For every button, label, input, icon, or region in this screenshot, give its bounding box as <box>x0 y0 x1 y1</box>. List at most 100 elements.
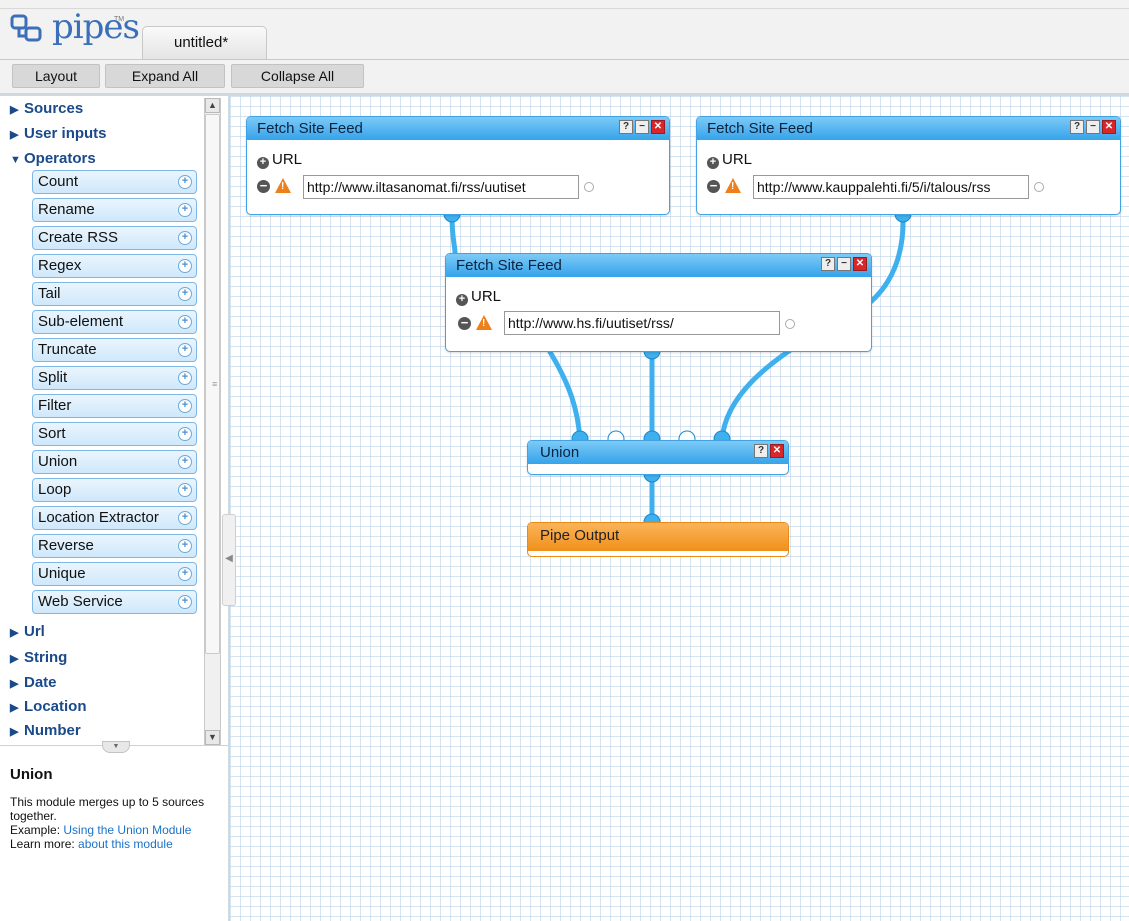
add-icon[interactable]: + <box>178 343 192 357</box>
category-sources[interactable]: ▶ Sources <box>10 100 83 117</box>
url-input[interactable]: http://www.hs.fi/uutiset/rss/ <box>504 311 780 335</box>
operator-create-rss[interactable]: Create RSS + <box>32 226 197 250</box>
category-location[interactable]: ▶ Location <box>10 698 87 715</box>
operator-truncate[interactable]: Truncate + <box>32 338 197 362</box>
help-icon[interactable]: ? <box>754 444 768 458</box>
module-title: Fetch Site Feed <box>257 120 363 137</box>
tab-divider <box>0 59 1129 60</box>
add-field-icon[interactable]: + <box>456 294 468 306</box>
add-icon[interactable]: + <box>178 287 192 301</box>
operator-tail[interactable]: Tail + <box>32 282 197 306</box>
tab-untitled[interactable]: untitled* <box>142 26 267 59</box>
collapse-handle-icon[interactable]: ▼ <box>102 741 130 753</box>
url-input[interactable]: http://www.iltasanomat.fi/rss/uutiset <box>303 175 579 199</box>
operator-filter[interactable]: Filter + <box>32 394 197 418</box>
category-user-inputs[interactable]: ▶ User inputs <box>10 125 107 142</box>
add-icon[interactable]: + <box>178 427 192 441</box>
fetch-site-feed-module-1[interactable]: Fetch Site Feed ? − ✕ + URL − ! http://www.… <box>246 116 670 215</box>
add-icon[interactable]: + <box>178 231 192 245</box>
operator-location-extractor[interactable]: Location Extractor + <box>32 506 197 530</box>
operator-count[interactable]: Count + <box>32 170 197 194</box>
pipes-logo[interactable]: pipes TM <box>10 7 140 52</box>
add-field-icon[interactable]: + <box>707 157 719 169</box>
input-terminal-icon[interactable] <box>584 182 594 192</box>
module-title: Pipe Output <box>540 527 620 544</box>
module-header[interactable]: Fetch Site Feed ? − ✕ <box>697 117 1120 140</box>
operator-union[interactable]: Union + <box>32 450 197 474</box>
collapse-all-button[interactable]: Collapse All <box>231 64 364 88</box>
module-title: Fetch Site Feed <box>456 257 562 274</box>
expand-arrow-icon: ▶ <box>10 726 19 738</box>
add-icon[interactable]: + <box>178 259 192 273</box>
input-terminal-icon[interactable] <box>1034 182 1044 192</box>
union-module[interactable]: Union ? ✕ <box>527 440 789 475</box>
module-header[interactable]: Union ? ✕ <box>528 441 788 464</box>
category-string[interactable]: ▶ String <box>10 649 67 666</box>
remove-field-icon[interactable]: − <box>458 316 471 330</box>
module-controls: ? ✕ <box>752 444 784 460</box>
operator-sort[interactable]: Sort + <box>32 422 197 446</box>
url-field-row: + URL <box>257 151 302 169</box>
expand-all-button[interactable]: Expand All <box>105 64 225 88</box>
add-icon[interactable]: + <box>178 511 192 525</box>
fetch-site-feed-module-2[interactable]: Fetch Site Feed ? − ✕ + URL − ! http://www.… <box>696 116 1121 215</box>
editor-canvas[interactable] <box>230 96 1129 921</box>
module-header[interactable]: Fetch Site Feed ? − ✕ <box>247 117 669 140</box>
minimize-icon[interactable]: − <box>1086 120 1100 134</box>
category-operators[interactable]: ▼ Operators <box>10 150 96 167</box>
help-icon[interactable]: ? <box>821 257 835 271</box>
add-icon[interactable]: + <box>178 399 192 413</box>
add-icon[interactable]: + <box>178 567 192 581</box>
collapse-arrow-icon: ▼ <box>10 154 21 166</box>
panel-splitter[interactable]: ◀ <box>222 514 236 606</box>
operator-reverse[interactable]: Reverse + <box>32 534 197 558</box>
close-icon[interactable]: ✕ <box>1102 120 1116 134</box>
pipe-output-module[interactable]: Pipe Output <box>527 522 789 557</box>
category-number[interactable]: ▶ Number <box>10 722 81 739</box>
help-icon[interactable]: ? <box>619 120 633 134</box>
fetch-site-feed-module-3[interactable]: Fetch Site Feed ? − ✕ + URL − ! http://www.… <box>445 253 872 352</box>
scroll-down-icon[interactable]: ▼ <box>205 730 220 745</box>
scroll-up-icon[interactable]: ▲ <box>205 98 220 113</box>
remove-field-icon[interactable]: − <box>257 179 270 193</box>
module-header[interactable]: Fetch Site Feed ? − ✕ <box>446 254 871 277</box>
help-description: This module merges up to 5 sources toget… <box>10 795 205 823</box>
warning-icon: ! <box>275 178 291 193</box>
help-icon[interactable]: ? <box>1070 120 1084 134</box>
add-icon[interactable]: + <box>178 203 192 217</box>
add-icon[interactable]: + <box>178 483 192 497</box>
module-title: Union <box>540 444 580 461</box>
add-icon[interactable]: + <box>178 175 192 189</box>
url-field-row: + URL <box>707 151 752 169</box>
operator-loop[interactable]: Loop + <box>32 478 197 502</box>
add-icon[interactable]: + <box>178 539 192 553</box>
add-icon[interactable]: + <box>178 371 192 385</box>
remove-field-icon[interactable]: − <box>707 179 720 193</box>
operator-web-service[interactable]: Web Service + <box>32 590 197 614</box>
add-icon[interactable]: + <box>178 455 192 469</box>
operator-regex[interactable]: Regex + <box>32 254 197 278</box>
about-module-link[interactable]: about this module <box>78 837 173 851</box>
grip-icon: ≡ <box>212 379 218 389</box>
module-header[interactable]: Pipe Output <box>528 523 788 551</box>
minimize-icon[interactable]: − <box>837 257 851 271</box>
category-date[interactable]: ▶ Date <box>10 674 57 691</box>
header-divider <box>0 8 1129 9</box>
url-input[interactable]: http://www.kauppalehti.fi/5/i/talous/rss <box>753 175 1029 199</box>
add-field-icon[interactable]: + <box>257 157 269 169</box>
add-icon[interactable]: + <box>178 315 192 329</box>
operator-split[interactable]: Split + <box>32 366 197 390</box>
input-terminal-icon[interactable] <box>785 319 795 329</box>
minimize-icon[interactable]: − <box>635 120 649 134</box>
operator-sub-element[interactable]: Sub-element + <box>32 310 197 334</box>
close-icon[interactable]: ✕ <box>651 120 665 134</box>
operator-rename[interactable]: Rename + <box>32 198 197 222</box>
logo-text: pipes <box>52 7 140 47</box>
close-icon[interactable]: ✕ <box>853 257 867 271</box>
example-link[interactable]: Using the Union Module <box>63 823 191 837</box>
close-icon[interactable]: ✕ <box>770 444 784 458</box>
layout-button[interactable]: Layout <box>12 64 100 88</box>
operator-unique[interactable]: Unique + <box>32 562 197 586</box>
add-icon[interactable]: + <box>178 595 192 609</box>
category-url[interactable]: ▶ Url <box>10 623 45 640</box>
